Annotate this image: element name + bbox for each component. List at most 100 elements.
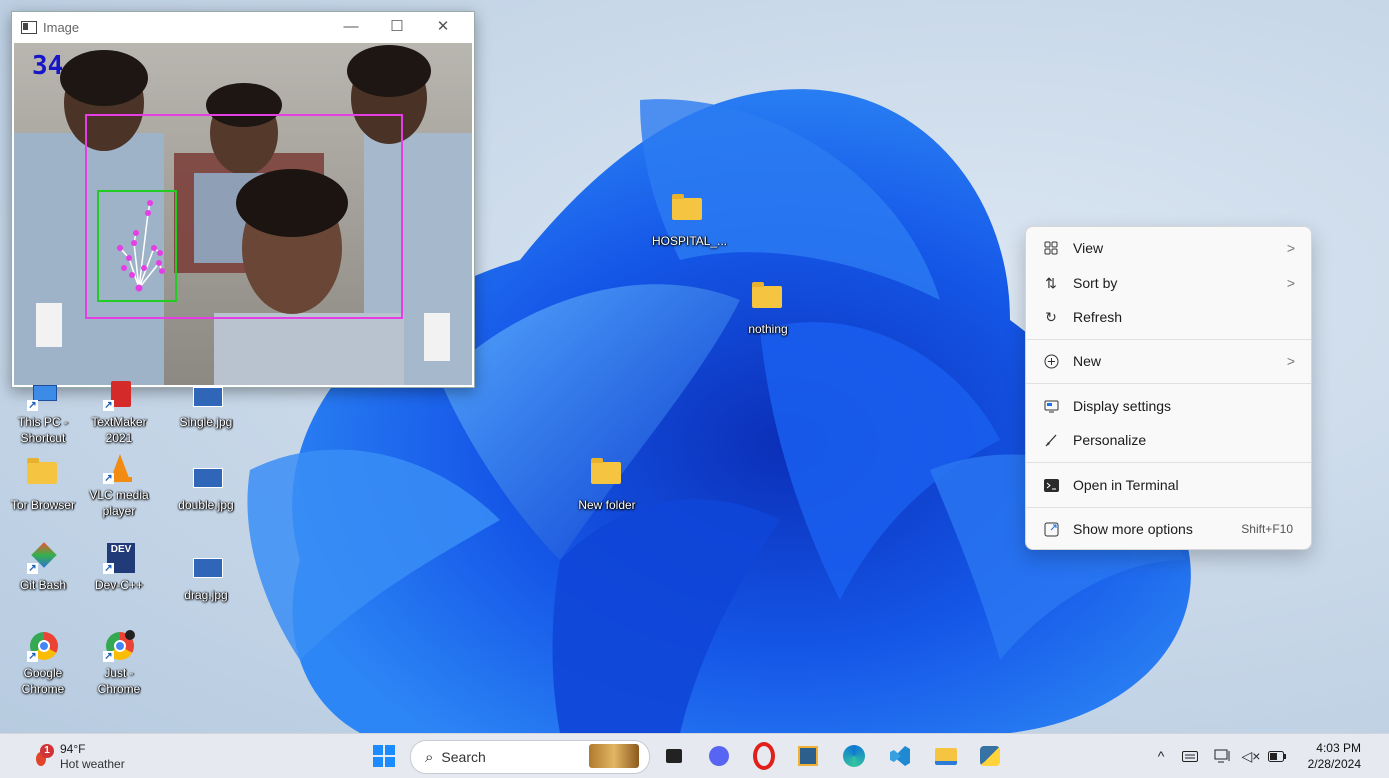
start-button[interactable] xyxy=(368,740,400,772)
desktop-icon-drag-jpg[interactable]: drag.jpg xyxy=(170,552,242,603)
app-icon xyxy=(798,746,818,766)
task-view-button[interactable] xyxy=(658,740,690,772)
weather-widget[interactable]: 1 94°F Hot weather xyxy=(30,739,125,775)
shortcut-arrow-icon: ↗ xyxy=(27,400,38,411)
search-placeholder: Search xyxy=(441,749,486,765)
vscode-icon xyxy=(890,746,910,766)
battery-icon[interactable] xyxy=(1266,746,1288,766)
plus-circle-icon xyxy=(1042,352,1060,370)
desktop-icon-double-jpg[interactable]: double.jpg xyxy=(170,462,242,513)
weather-temp: 94°F xyxy=(60,742,86,756)
desktop-icon-this-pc[interactable]: ↗ This PC - Shortcut xyxy=(7,379,79,446)
window-app-icon xyxy=(21,20,37,34)
opera-icon xyxy=(753,742,775,770)
weather-condition: Hot weather xyxy=(60,757,125,771)
desktop-icon-hospital-folder[interactable]: HOSPITAL_... xyxy=(652,192,727,249)
search-highlight-image[interactable] xyxy=(586,740,642,772)
textmaker-icon: ↗ xyxy=(103,379,135,411)
desktop-icon-just-chrome[interactable]: ↗ Just - Chrome xyxy=(83,630,155,697)
desktop-icon-dev-cpp[interactable]: DEV ↗ Dev-C++ xyxy=(83,542,155,593)
menu-item-sort-by[interactable]: ⇅ Sort by > xyxy=(1030,267,1307,299)
app-button[interactable] xyxy=(792,740,824,772)
menu-item-view[interactable]: View > xyxy=(1030,232,1307,264)
vscode-button[interactable] xyxy=(884,740,916,772)
maximize-button[interactable]: ☐ xyxy=(374,12,420,42)
python-icon xyxy=(980,746,1000,766)
minimize-button[interactable]: — xyxy=(328,12,374,42)
folder-icon xyxy=(672,194,702,220)
camera-image-window[interactable]: Image — ☐ ✕ 34 xyxy=(11,11,475,388)
git-bash-icon: ↗ xyxy=(27,542,59,574)
opera-button[interactable] xyxy=(748,740,780,772)
shortcut-arrow-icon: ↗ xyxy=(27,563,38,574)
menu-separator xyxy=(1026,383,1311,384)
chrome-profile-icon: ↗ xyxy=(103,630,135,662)
meet-app-button[interactable] xyxy=(703,740,735,772)
menu-item-new[interactable]: New > xyxy=(1030,345,1307,377)
frame-counter: 34 xyxy=(32,51,64,81)
folder-icon xyxy=(27,458,57,484)
network-icon[interactable] xyxy=(1212,746,1234,766)
clock-date: 2/28/2024 xyxy=(1307,757,1361,771)
menu-item-refresh[interactable]: ↻ Refresh xyxy=(1030,301,1307,333)
monitor-icon: ↗ xyxy=(27,379,59,411)
image-file-icon xyxy=(190,379,223,411)
search-icon: ⌕ xyxy=(425,748,434,766)
chrome-icon: ↗ xyxy=(27,630,59,662)
grid-view-icon xyxy=(1042,239,1060,257)
game-icon xyxy=(589,744,639,768)
chevron-up-icon[interactable]: ^ xyxy=(1152,746,1170,766)
camera-scene xyxy=(14,43,472,385)
chevron-right-icon: > xyxy=(1286,353,1295,369)
expand-icon xyxy=(1042,520,1060,538)
shortcut-arrow-icon: ↗ xyxy=(103,563,114,574)
image-file-icon xyxy=(190,552,223,584)
chevron-right-icon: > xyxy=(1286,240,1295,256)
desktop[interactable]: Image — ☐ ✕ 34 HOSPITAL_... nothing New … xyxy=(0,0,1389,733)
terminal-icon xyxy=(1042,476,1060,494)
desktop-icon-git-bash[interactable]: ↗ Git Bash xyxy=(7,542,79,593)
keyboard-icon[interactable] xyxy=(1180,746,1200,766)
system-clock[interactable]: 4:03 PM 2/28/2024 xyxy=(1308,740,1361,772)
menu-item-open-in-terminal[interactable]: Open in Terminal xyxy=(1030,469,1307,501)
close-button[interactable]: ✕ xyxy=(420,12,466,42)
sort-arrows-icon: ⇅ xyxy=(1045,274,1057,291)
file-explorer-button[interactable] xyxy=(930,740,962,772)
menu-separator xyxy=(1026,507,1311,508)
camera-frame: 34 xyxy=(14,43,472,385)
menu-item-show-more-options[interactable]: Show more options Shift+F10 xyxy=(1030,513,1307,545)
desktop-icon-textmaker[interactable]: ↗ TextMaker 2021 xyxy=(83,379,155,446)
shortcut-arrow-icon: ↗ xyxy=(27,651,38,662)
shortcut-arrow-icon: ↗ xyxy=(103,400,114,411)
image-file-icon xyxy=(190,462,223,494)
edge-button[interactable] xyxy=(838,740,870,772)
window-title: Image xyxy=(43,19,80,35)
desktop-icon-tor-browser[interactable]: Tor Browser xyxy=(7,456,79,513)
menu-separator xyxy=(1026,339,1311,340)
folder-icon xyxy=(591,458,621,484)
desktop-icon-single-jpg[interactable]: Single.jpg xyxy=(170,379,242,430)
thermometer-icon: 1 xyxy=(30,744,56,770)
clock-time: 4:03 PM xyxy=(1316,741,1361,755)
menu-item-display-settings[interactable]: Display settings xyxy=(1030,390,1307,422)
python-button[interactable] xyxy=(974,740,1006,772)
menu-item-personalize[interactable]: Personalize xyxy=(1030,424,1307,456)
folder-icon xyxy=(752,282,782,308)
menu-separator xyxy=(1026,462,1311,463)
shortcut-arrow-icon: ↗ xyxy=(103,651,114,662)
keyboard-shortcut: Shift+F10 xyxy=(1241,522,1293,536)
desktop-icon-nothing-folder[interactable]: nothing xyxy=(732,280,804,337)
shortcut-arrow-icon: ↗ xyxy=(103,473,114,484)
desktop-icon-new-folder[interactable]: New folder xyxy=(571,456,643,513)
desktop-icon-google-chrome[interactable]: ↗ Google Chrome xyxy=(7,630,79,697)
task-view-icon xyxy=(666,749,682,763)
windows-logo-icon xyxy=(373,745,395,767)
meet-icon xyxy=(709,746,729,766)
refresh-icon: ↻ xyxy=(1045,308,1057,325)
desktop-icon-vlc[interactable]: ↗ VLC media player xyxy=(83,452,155,519)
speaker-muted-icon[interactable]: ◁× xyxy=(1240,746,1262,766)
taskbar: 1 94°F Hot weather ⌕ Search ^ ◁× 4:03 PM… xyxy=(0,733,1389,778)
file-explorer-icon xyxy=(935,747,957,765)
window-titlebar[interactable]: Image — ☐ ✕ xyxy=(12,12,474,42)
notification-badge: 1 xyxy=(40,744,54,758)
